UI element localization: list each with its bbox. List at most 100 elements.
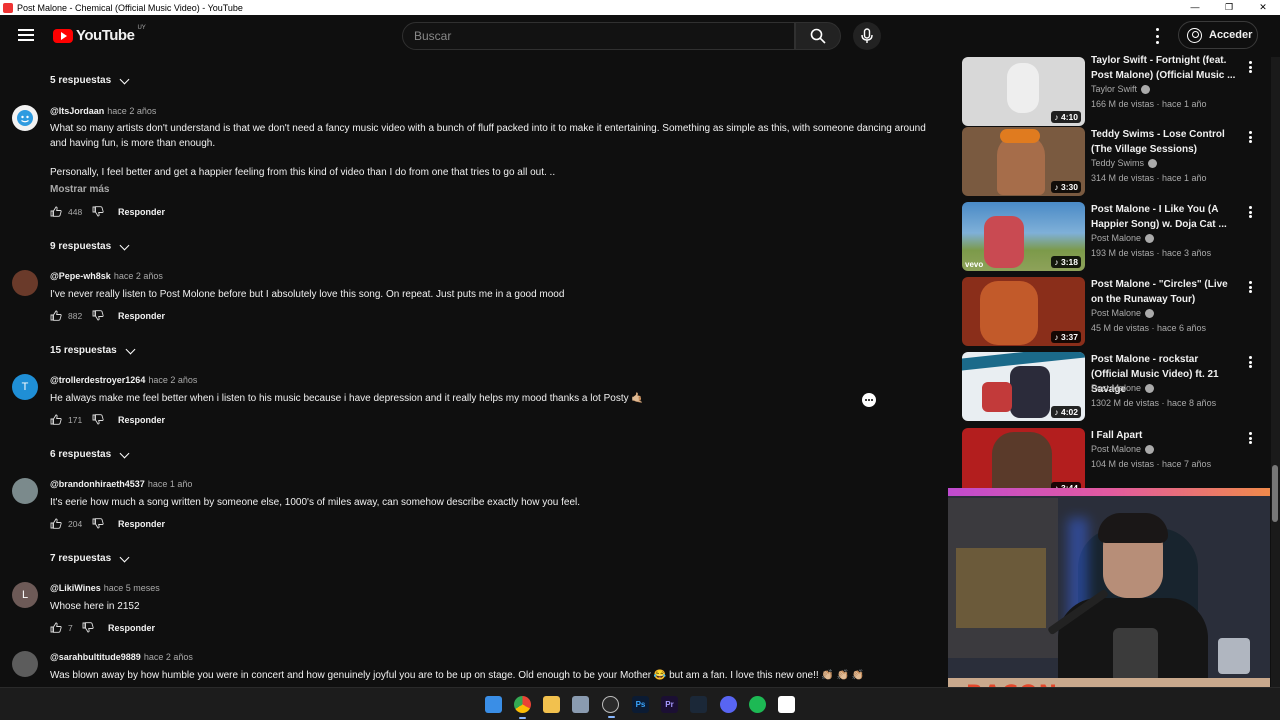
like-count: 204 (68, 518, 83, 529)
video-card[interactable]: ♪ 4:10 Taylor Swift - Fortnight (feat. P… (962, 55, 1262, 127)
replies-toggle[interactable]: 6 respuestas (50, 448, 130, 460)
replies-toggle[interactable]: 7 respuestas (50, 552, 130, 564)
reply-button[interactable]: Responder (118, 207, 165, 217)
search-button[interactable] (795, 22, 841, 50)
like-icon[interactable] (50, 518, 62, 529)
video-menu-icon[interactable] (1248, 206, 1252, 218)
video-card[interactable]: vevo ♪ 3:18 Post Malone - I Like You (A … (962, 202, 1262, 272)
replies-toggle[interactable]: 15 respuestas (50, 344, 136, 356)
reply-button[interactable]: Responder (108, 623, 155, 633)
app-icon[interactable] (572, 696, 589, 713)
replies-count: 15 respuestas (50, 345, 117, 356)
video-menu-icon[interactable] (1248, 281, 1252, 293)
start-icon[interactable] (485, 696, 502, 713)
dislike-icon[interactable] (92, 310, 104, 321)
dislike-icon[interactable] (82, 622, 94, 633)
comment-author[interactable]: @sarahbultitude9889 (50, 652, 141, 662)
discord-icon[interactable] (720, 696, 737, 713)
close-button[interactable]: ✕ (1246, 0, 1280, 15)
comment-time[interactable]: hace 2 años (144, 652, 193, 662)
avatar[interactable] (12, 651, 38, 677)
video-title[interactable]: Post Malone - I Like You (A Happier Song… (1091, 202, 1236, 232)
search-input[interactable] (403, 23, 794, 49)
comment-time[interactable]: hace 2 años (107, 106, 156, 116)
dislike-icon[interactable] (92, 206, 104, 217)
avatar[interactable] (12, 270, 38, 296)
comment-author[interactable]: @brandonhiraeth4537 (50, 479, 145, 489)
video-menu-icon[interactable] (1248, 432, 1252, 444)
show-more-button[interactable]: Mostrar más (50, 184, 109, 195)
video-menu-icon[interactable] (1248, 61, 1252, 73)
comment-text: I've never really listen to Post Molone … (50, 289, 565, 300)
file-explorer-icon[interactable] (543, 696, 560, 713)
youtube-header: YouTube UY Acceder (0, 15, 1280, 57)
video-menu-icon[interactable] (1248, 131, 1252, 143)
comment-time[interactable]: hace 2 años (114, 271, 163, 281)
reply-button[interactable]: Responder (118, 519, 165, 529)
chrome-icon[interactable] (514, 696, 531, 719)
video-title[interactable]: Post Malone - "Circles" (Live on the Run… (1091, 277, 1236, 307)
comment-author[interactable]: @Pepe-wh8sk (50, 271, 111, 281)
dislike-icon[interactable] (92, 518, 104, 529)
voice-search-button[interactable] (853, 22, 881, 50)
comment-author[interactable]: @ItsJordaan (50, 106, 104, 116)
video-title[interactable]: Teddy Swims - Lose Control (The Village … (1091, 127, 1236, 157)
video-card[interactable]: ♪ 3:30 Teddy Swims - Lose Control (The V… (962, 127, 1262, 197)
comment-text: Whose here in 2152 (50, 601, 140, 612)
youtube-logo[interactable]: YouTube UY (53, 25, 146, 44)
video-thumbnail[interactable]: vevo ♪ 3:18 (962, 202, 1085, 271)
settings-menu-icon[interactable] (1150, 28, 1164, 44)
avatar[interactable] (12, 105, 38, 131)
video-title[interactable]: I Fall Apart (1091, 428, 1236, 443)
comment-time[interactable]: hace 2 años (148, 375, 197, 385)
like-icon[interactable] (50, 622, 62, 633)
video-menu-icon[interactable] (1248, 356, 1252, 368)
menu-icon[interactable] (18, 29, 34, 41)
spotify-icon[interactable] (749, 696, 766, 713)
video-channel[interactable]: Post Malone (1091, 233, 1155, 243)
more-options-icon[interactable] (862, 393, 876, 407)
video-channel[interactable]: Post Malone (1091, 444, 1155, 454)
video-channel[interactable]: Post Malone (1091, 383, 1155, 393)
signin-button[interactable]: Acceder (1178, 21, 1258, 49)
comment-author[interactable]: @LikiWines (50, 583, 101, 593)
comment-header: @Pepe-wh8sk hace 2 años (50, 271, 163, 281)
like-icon[interactable] (50, 310, 62, 321)
comment-header: @brandonhiraeth4537 hace 1 año (50, 479, 192, 489)
video-card[interactable]: ♪ 4:02 Post Malone - rockstar (Official … (962, 352, 1262, 422)
video-thumbnail[interactable]: ♪ 3:30 (962, 127, 1085, 196)
like-icon[interactable] (50, 414, 62, 425)
maximize-button[interactable]: ❐ (1212, 0, 1246, 15)
video-thumbnail[interactable]: ♪ 4:02 (962, 352, 1085, 421)
video-thumbnail[interactable]: ♪ 4:10 (962, 57, 1085, 126)
dislike-icon[interactable] (92, 414, 104, 425)
comment-time[interactable]: hace 5 meses (104, 583, 160, 593)
avatar[interactable] (12, 478, 38, 504)
comment-author[interactable]: @trollerdestroyer1264 (50, 375, 145, 385)
replies-toggle[interactable]: 9 respuestas (50, 240, 130, 252)
video-meta: 193 M de vistas · hace 3 años (1091, 248, 1212, 258)
avatar[interactable]: T (12, 374, 38, 400)
video-channel[interactable]: Taylor Swift (1091, 84, 1151, 94)
video-thumbnail[interactable]: ♪ 3:44 (962, 428, 1085, 497)
avatar[interactable]: L (12, 582, 38, 608)
obs-icon[interactable] (602, 696, 619, 718)
like-icon[interactable] (50, 206, 62, 217)
minimize-button[interactable]: — (1178, 0, 1212, 15)
premiere-icon[interactable]: Pr (661, 696, 678, 713)
comment-actions: 171 Responder (50, 414, 165, 425)
video-channel[interactable]: Post Malone (1091, 308, 1155, 318)
notion-icon[interactable] (778, 696, 795, 713)
steam-icon[interactable] (690, 696, 707, 713)
reply-button[interactable]: Responder (118, 415, 165, 425)
video-channel[interactable]: Teddy Swims (1091, 158, 1158, 168)
scrollbar-thumb[interactable] (1272, 465, 1278, 522)
video-thumbnail[interactable]: ♪ 3:37 (962, 277, 1085, 346)
page-scrollbar[interactable] (1271, 57, 1280, 687)
video-card[interactable]: ♪ 3:37 Post Malone - "Circles" (Live on … (962, 277, 1262, 347)
video-title[interactable]: Taylor Swift - Fortnight (feat. Post Mal… (1091, 53, 1236, 83)
reply-button[interactable]: Responder (118, 311, 165, 321)
replies-toggle[interactable]: 5 respuestas (50, 74, 130, 86)
comment-time[interactable]: hace 1 año (148, 479, 193, 489)
photoshop-icon[interactable]: Ps (632, 696, 649, 713)
